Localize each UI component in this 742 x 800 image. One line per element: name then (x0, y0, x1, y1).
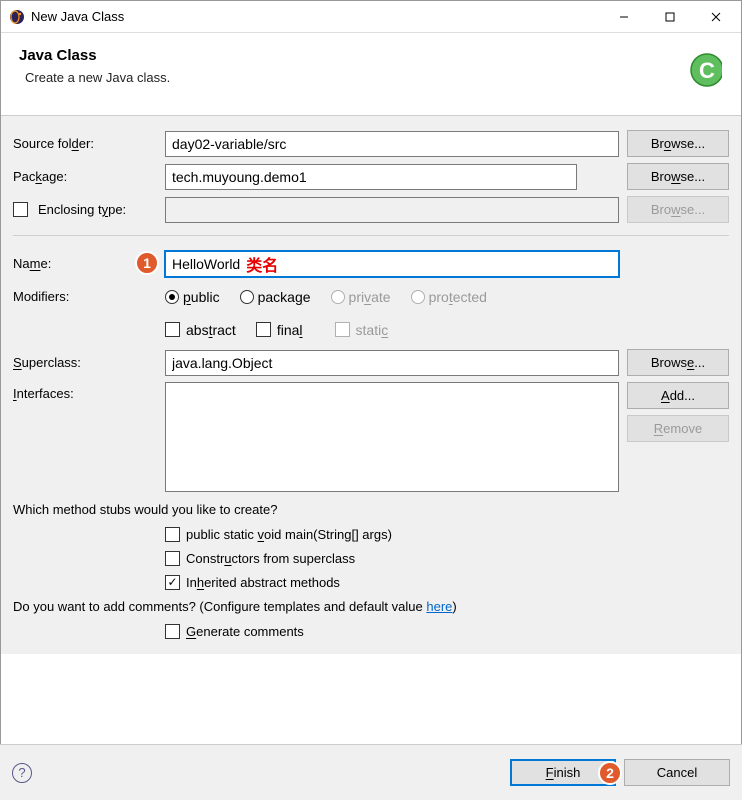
chk-main-label: public static void main(String[] args) (186, 527, 392, 542)
modifiers-label: Modifiers: (13, 289, 165, 304)
modifier-private: private (331, 289, 391, 305)
browse-source-button[interactable]: Browse... (627, 130, 729, 157)
footer: ? Finish 2 Cancel (0, 744, 742, 800)
chk-inherited[interactable] (165, 575, 180, 590)
name-input[interactable]: HelloWorld 类名 (165, 251, 619, 277)
interfaces-label: Interfaces: (13, 382, 165, 401)
superclass-input[interactable] (165, 350, 619, 376)
annotation-badge-2: 2 (598, 761, 622, 785)
name-value-text: HelloWorld (172, 256, 240, 272)
enclosing-type-label: Enclosing type: (38, 202, 126, 217)
form-area: Source folder: Browse... Package: Browse… (1, 116, 741, 654)
name-row: 1 Name: HelloWorld 类名 (13, 250, 729, 277)
radio-protected-icon (411, 290, 425, 304)
divider (13, 235, 729, 236)
titlebar: New Java Class (1, 1, 741, 33)
header-pane: Java Class Create a new Java class. C (1, 33, 741, 116)
chk-generate-comments-label: Generate comments (186, 624, 304, 639)
remove-interface-button: Remove (627, 415, 729, 442)
maximize-button[interactable] (647, 2, 693, 32)
help-icon[interactable]: ? (12, 763, 32, 783)
package-input[interactable] (165, 164, 577, 190)
chk-constructors[interactable] (165, 551, 180, 566)
svg-text:C: C (699, 58, 715, 83)
add-interface-button[interactable]: Add... (627, 382, 729, 409)
modifiers-row-2: abstract final static (13, 316, 729, 343)
class-icon: C (671, 47, 723, 99)
annotation-badge-1: 1 (135, 251, 159, 275)
minimize-button[interactable] (601, 2, 647, 32)
modifier-package[interactable]: package (240, 289, 311, 305)
configure-here-link[interactable]: here (426, 599, 452, 614)
page-subtitle: Create a new Java class. (25, 70, 671, 85)
eclipse-icon (9, 9, 25, 25)
interfaces-listbox[interactable] (165, 382, 619, 492)
package-label: Package: (13, 169, 165, 184)
chk-inherited-label: Inherited abstract methods (186, 575, 340, 590)
source-folder-row: Source folder: Browse... (13, 130, 729, 157)
modifier-protected: protected (411, 289, 487, 305)
modifiers-row: Modifiers: public package private protec… (13, 283, 729, 310)
modifier-public[interactable]: public (165, 289, 220, 305)
superclass-label: Superclass: (13, 355, 165, 370)
radio-private-icon (331, 290, 345, 304)
browse-package-button[interactable]: Browse... (627, 163, 729, 190)
window-controls (601, 2, 739, 32)
chk-static-icon (335, 322, 350, 337)
enclosing-type-input (165, 197, 619, 223)
chk-main-method[interactable] (165, 527, 180, 542)
package-row: Package: Browse... (13, 163, 729, 190)
radio-package-icon (240, 290, 254, 304)
browse-enclosing-button: Browse... (627, 196, 729, 223)
modifier-static: static (335, 322, 389, 338)
close-button[interactable] (693, 2, 739, 32)
comments-question-suffix: ) (452, 599, 456, 614)
method-stubs-section: Which method stubs would you like to cre… (13, 502, 729, 593)
window-title: New Java Class (31, 9, 601, 24)
header-text: Java Class Create a new Java class. (19, 47, 671, 99)
enclosing-type-row: Enclosing type: Browse... (13, 196, 729, 223)
source-folder-input[interactable] (165, 131, 619, 157)
comments-question-prefix: Do you want to add comments? (Configure … (13, 599, 426, 614)
page-title: Java Class (19, 47, 671, 64)
method-stubs-question: Which method stubs would you like to cre… (13, 502, 729, 517)
modifier-final[interactable]: final (256, 322, 303, 338)
radio-public-icon (165, 290, 179, 304)
comments-question: Do you want to add comments? (Configure … (13, 599, 729, 614)
interfaces-row: Interfaces: Add... Remove (13, 382, 729, 492)
enclosing-type-checkbox[interactable] (13, 202, 28, 217)
chk-constructors-label: Constructors from superclass (186, 551, 355, 566)
cancel-button[interactable]: Cancel (624, 759, 730, 786)
chk-generate-comments[interactable] (165, 624, 180, 639)
modifier-abstract[interactable]: abstract (165, 322, 236, 338)
comments-section: Do you want to add comments? (Configure … (13, 599, 729, 642)
browse-superclass-button[interactable]: Browse... (627, 349, 729, 376)
superclass-row: Superclass: Browse... (13, 349, 729, 376)
chk-final-icon (256, 322, 271, 337)
name-annotation-text: 类名 (246, 252, 278, 276)
chk-abstract-icon (165, 322, 180, 337)
source-folder-label: Source folder: (13, 136, 165, 151)
